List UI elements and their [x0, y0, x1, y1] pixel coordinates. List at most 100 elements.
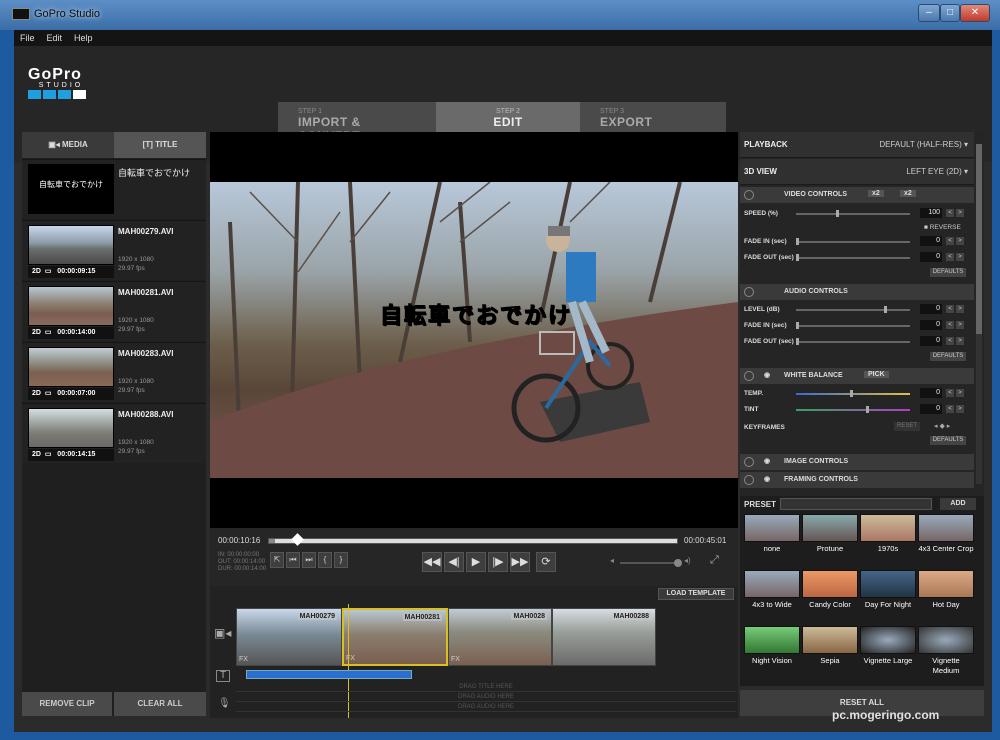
list-item[interactable]: 2D ▭ 00:00:09:15 MAH00279.AVI 1920 x 108…: [22, 220, 206, 280]
audio-fade-out-value[interactable]: 0: [920, 336, 942, 346]
list-item[interactable]: 2D ▭ 00:00:14:00 MAH00281.AVI 1920 x 108…: [22, 281, 206, 341]
preset-hot-day[interactable]: Hot Day: [918, 570, 974, 626]
menu-help[interactable]: Help: [68, 30, 99, 46]
fade-in-slider[interactable]: [796, 238, 910, 245]
white-balance-header[interactable]: ◉ WHITE BALANCE PICK: [740, 368, 974, 384]
timeline-clip[interactable]: MAH00281 FX: [342, 608, 448, 666]
tint-decrease[interactable]: <: [946, 405, 954, 413]
go-start-icon[interactable]: ⏮: [286, 552, 300, 568]
audio-fade-in-increase[interactable]: >: [956, 321, 964, 329]
speed-value[interactable]: 100: [920, 208, 942, 218]
eye-icon[interactable]: ◉: [764, 371, 770, 379]
list-item[interactable]: 2D ▭ 00:00:07:00 MAH00283.AVI 1920 x 108…: [22, 342, 206, 402]
step-import-convert[interactable]: STEP 1 IMPORT & CONVERT: [278, 102, 436, 143]
temp-decrease[interactable]: <: [946, 389, 954, 397]
video-defaults-button[interactable]: DEFAULTS: [930, 268, 966, 277]
speed-slider[interactable]: [796, 210, 910, 217]
preset-vignette-large[interactable]: Vignette Large: [860, 626, 916, 682]
scrub-bar[interactable]: [268, 538, 678, 544]
eye-icon[interactable]: ◉: [764, 475, 770, 483]
preset-vignette-medium[interactable]: Vignette Medium: [918, 626, 974, 682]
video-frame[interactable]: 自転車でおでかけ: [210, 182, 738, 478]
fast-forward-icon[interactable]: ▶▶: [510, 552, 530, 572]
3d-view-row[interactable]: 3D VIEW LEFT EYE (2D) ▾: [740, 159, 974, 185]
load-template-button[interactable]: LOAD TEMPLATE: [658, 588, 734, 600]
white-balance-defaults-button[interactable]: DEFAULTS: [930, 436, 966, 445]
x2-button-2[interactable]: x2: [900, 190, 916, 197]
fullscreen-icon[interactable]: ⤢: [710, 554, 719, 567]
preset-name-input[interactable]: [780, 498, 932, 510]
maximize-button[interactable]: □: [940, 4, 960, 22]
menu-edit[interactable]: Edit: [41, 30, 69, 46]
controls-scrollbar[interactable]: [976, 144, 982, 484]
audio-fade-in-slider[interactable]: [796, 322, 910, 329]
fade-out-value[interactable]: 0: [920, 252, 942, 262]
framing-controls-header[interactable]: ◉ FRAMING CONTROLS: [740, 472, 974, 488]
step-back-icon[interactable]: ◀|: [444, 552, 464, 572]
tab-title[interactable]: [T] TITLE: [114, 132, 206, 158]
audio-controls-header[interactable]: AUDIO CONTROLS: [740, 284, 974, 300]
title-track-clip[interactable]: [246, 670, 412, 679]
preset-night-vision[interactable]: Night Vision: [744, 626, 800, 682]
mark-out-bracket-icon[interactable]: }: [334, 552, 348, 568]
level-increase[interactable]: >: [956, 305, 964, 313]
timeline-clip[interactable]: MAH00288: [552, 608, 656, 666]
drag-title-zone[interactable]: DRAG TITLE HERE: [236, 682, 736, 692]
volume-slider[interactable]: [620, 559, 682, 567]
temp-value[interactable]: 0: [920, 388, 942, 398]
tint-slider[interactable]: [796, 406, 910, 413]
preset-none[interactable]: none: [744, 514, 800, 570]
fade-in-decrease[interactable]: <: [946, 237, 954, 245]
mark-in-icon[interactable]: ⇱: [270, 552, 284, 568]
preset-4x3-to-wide[interactable]: 4x3 to Wide: [744, 570, 800, 626]
video-controls-header[interactable]: VIDEO CONTROLS x2 x2: [740, 187, 974, 203]
level-slider[interactable]: [796, 306, 910, 313]
title-clip-item[interactable]: 自転車でおでかけ 自転車でおでかけ: [22, 159, 206, 219]
minimize-button[interactable]: –: [918, 4, 940, 22]
level-value[interactable]: 0: [920, 304, 942, 314]
preset-1970s[interactable]: 1970s: [860, 514, 916, 570]
audio-fade-in-decrease[interactable]: <: [946, 321, 954, 329]
timeline-clip[interactable]: MAH0028 FX: [448, 608, 552, 666]
temp-slider[interactable]: [796, 390, 910, 397]
preset-day-for-night[interactable]: Day For Night: [860, 570, 916, 626]
tab-media[interactable]: ▣◂ MEDIA: [22, 132, 114, 158]
mark-in-bracket-icon[interactable]: {: [318, 552, 332, 568]
timeline-clip[interactable]: MAH00279 FX: [236, 608, 342, 666]
drag-audio-zone-2[interactable]: DRAG AUDIO HERE: [236, 702, 736, 712]
x2-button-1[interactable]: x2: [868, 190, 884, 197]
fade-out-slider[interactable]: [796, 254, 910, 261]
speed-decrease[interactable]: <: [946, 209, 954, 217]
fade-out-increase[interactable]: >: [956, 253, 964, 261]
preset-protune[interactable]: Protune: [802, 514, 858, 570]
list-item[interactable]: 2D ▭ 00:00:14:15 MAH00288.AVI 1920 x 108…: [22, 403, 206, 463]
fade-in-increase[interactable]: >: [956, 237, 964, 245]
audio-defaults-button[interactable]: DEFAULTS: [930, 352, 966, 361]
go-end-icon[interactable]: ⏭: [302, 552, 316, 568]
pick-button[interactable]: PICK: [864, 371, 889, 378]
fade-in-value[interactable]: 0: [920, 236, 942, 246]
playback-row[interactable]: PLAYBACK DEFAULT (HALF-RES) ▾: [740, 132, 974, 158]
audio-fade-out-decrease[interactable]: <: [946, 337, 954, 345]
fade-out-decrease[interactable]: <: [946, 253, 954, 261]
drag-audio-zone-1[interactable]: DRAG AUDIO HERE: [236, 692, 736, 702]
reverse-checkbox[interactable]: ■ REVERSE: [924, 224, 961, 231]
3d-view-dropdown[interactable]: LEFT EYE (2D) ▾: [906, 167, 968, 176]
speed-increase[interactable]: >: [956, 209, 964, 217]
step-forward-icon[interactable]: |▶: [488, 552, 508, 572]
temp-increase[interactable]: >: [956, 389, 964, 397]
step-edit[interactable]: STEP 2 EDIT: [436, 102, 580, 136]
rewind-icon[interactable]: ◀◀: [422, 552, 442, 572]
audio-fade-out-increase[interactable]: >: [956, 337, 964, 345]
loop-icon[interactable]: ⟳: [536, 552, 556, 572]
tint-increase[interactable]: >: [956, 405, 964, 413]
preset-sepia[interactable]: Sepia: [802, 626, 858, 682]
subtitle-overlay[interactable]: 自転車でおでかけ: [379, 298, 572, 330]
close-button[interactable]: ✕: [960, 4, 990, 22]
audio-fade-in-value[interactable]: 0: [920, 320, 942, 330]
eye-icon[interactable]: ◉: [764, 457, 770, 465]
clear-all-button[interactable]: CLEAR ALL: [114, 692, 206, 716]
keyframe-nav-icon[interactable]: ◂ ◆ ▸: [934, 422, 950, 430]
preset-4x3-center-crop[interactable]: 4x3 Center Crop: [918, 514, 974, 570]
menu-file[interactable]: File: [14, 30, 41, 46]
